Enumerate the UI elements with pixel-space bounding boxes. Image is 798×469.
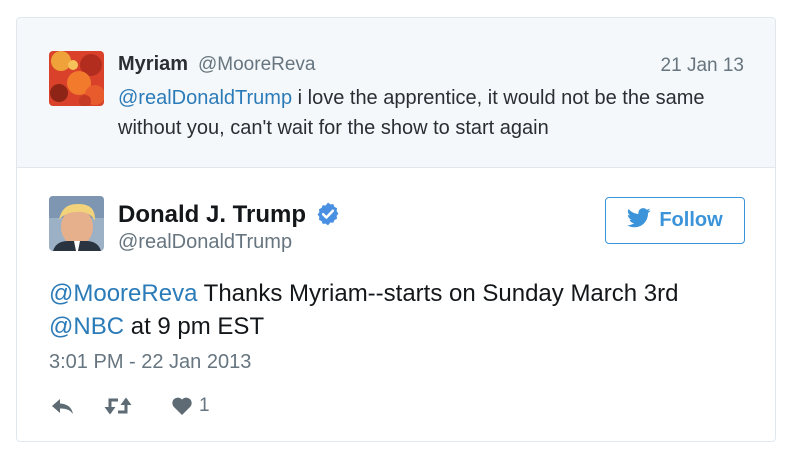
parent-mention-link[interactable]: @realDonaldTrump xyxy=(118,87,292,109)
reply-icon[interactable] xyxy=(49,393,75,419)
tweet-timestamp[interactable]: 3:01 PM - 22 Jan 2013 xyxy=(49,351,251,374)
parent-author-handle[interactable]: @MooreReva xyxy=(198,54,316,76)
parent-author-name[interactable]: Myriam xyxy=(118,53,188,76)
embedded-tweet-card: Myriam @MooreReva 21 Jan 13 @realDonaldT… xyxy=(16,17,776,442)
verified-badge-icon xyxy=(315,201,341,227)
tweet-text: @MooreReva Thanks Myriam--starts on Sund… xyxy=(49,277,749,343)
author-name[interactable]: Donald J. Trump xyxy=(118,201,306,229)
parent-tweet-date[interactable]: 21 Jan 13 xyxy=(661,55,744,77)
mention-link-nbc[interactable]: @NBC xyxy=(49,313,124,340)
follow-button[interactable]: Follow xyxy=(605,197,745,244)
parent-avatar[interactable] xyxy=(49,51,104,106)
parent-tweet-text: @realDonaldTrump i love the apprentice, … xyxy=(118,83,758,143)
parent-tweet: Myriam @MooreReva 21 Jan 13 @realDonaldT… xyxy=(17,18,775,168)
like-count: 1 xyxy=(199,395,210,416)
twitter-bird-icon xyxy=(627,207,651,234)
retweet-icon[interactable] xyxy=(103,393,133,419)
tweet-body-part-2: at 9 pm EST xyxy=(124,313,265,340)
author-avatar[interactable] xyxy=(49,196,104,251)
like-button[interactable]: 1 xyxy=(171,393,210,419)
follow-button-label: Follow xyxy=(659,209,723,231)
author-handle[interactable]: @realDonaldTrump xyxy=(118,231,292,254)
mention-link-moorereva[interactable]: @MooreReva xyxy=(49,280,197,307)
heart-icon xyxy=(171,396,193,416)
tweet-body-part-1: Thanks Myriam--starts on Sunday March 3r… xyxy=(197,280,679,307)
